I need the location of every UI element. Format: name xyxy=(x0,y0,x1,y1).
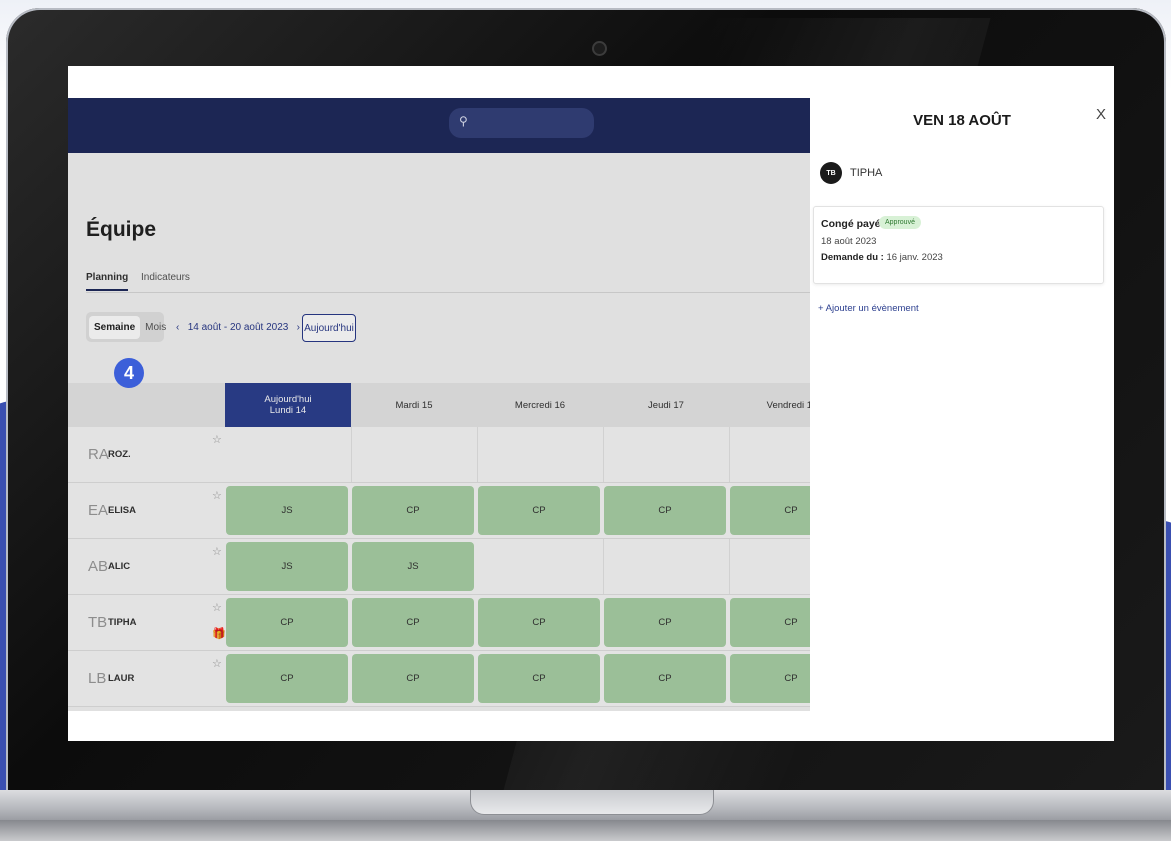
modal-overlay[interactable] xyxy=(68,98,810,711)
user-name: TIPHA xyxy=(850,167,883,179)
event-request: Demande du : 16 janv. 2023 xyxy=(821,252,943,263)
laptop-notch xyxy=(470,790,714,815)
step-badge: 4 xyxy=(114,358,144,388)
status-badge: Approuvé xyxy=(879,216,921,229)
webcam xyxy=(592,41,607,56)
event-type: Congé payé xyxy=(821,218,881,230)
event-card[interactable]: Congé payé Approuvé 18 août 2023 Demande… xyxy=(813,206,1104,284)
request-date: 16 janv. 2023 xyxy=(886,252,943,263)
laptop-base-shadow xyxy=(0,820,1171,841)
close-icon[interactable]: X xyxy=(1096,106,1106,123)
day-detail-panel: VEN 18 AOÛT X TB TIPHA Congé payé Approu… xyxy=(810,66,1114,741)
request-label: Demande du : xyxy=(821,252,884,263)
avatar: TB xyxy=(820,162,842,184)
event-date: 18 août 2023 xyxy=(821,236,877,247)
add-event-link[interactable]: + Ajouter un évènement xyxy=(818,303,919,314)
panel-title: VEN 18 AOÛT xyxy=(913,112,1011,129)
laptop-screen: ⚲ Équipe Planning Indicateurs Semaine Mo… xyxy=(68,66,1114,741)
